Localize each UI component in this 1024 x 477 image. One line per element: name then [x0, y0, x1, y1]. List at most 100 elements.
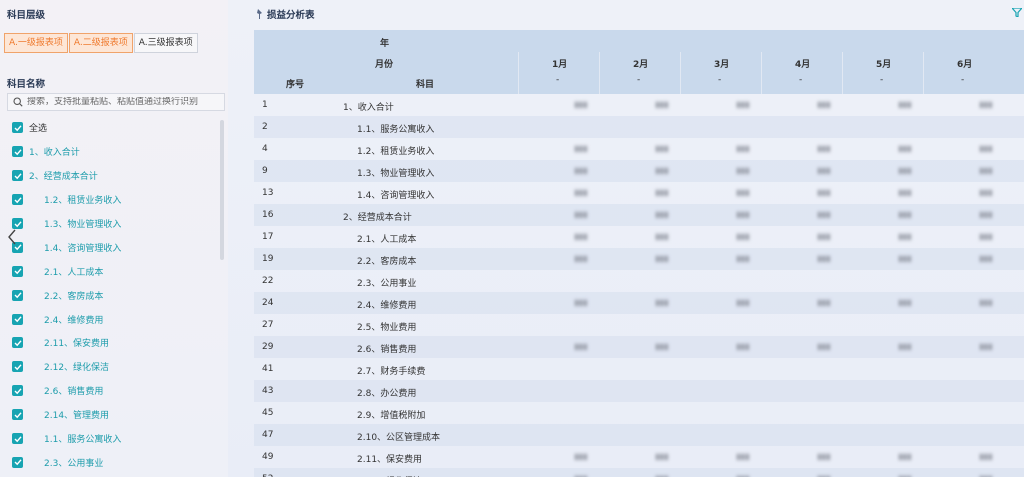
table-row[interactable]: 13 1.4、咨询管理收入 ▮▮▮ ▮▮▮ ▮▮▮ ▮▮▮ ▮▮▮ ▮▮▮	[254, 182, 1024, 204]
header-month-dash: -	[880, 75, 884, 85]
table-row[interactable]: 19 2.2、客房成本 ▮▮▮ ▮▮▮ ▮▮▮ ▮▮▮ ▮▮▮ ▮▮▮	[254, 248, 1024, 270]
header-month-5[interactable]: 5月	[876, 57, 891, 70]
header-month-4[interactable]: 4月	[795, 57, 810, 70]
subject-list-scrollbar[interactable]	[220, 120, 224, 260]
row-seq: 45	[262, 408, 274, 418]
row-subject: 2.4、维修费用	[357, 301, 417, 311]
subject-list-item[interactable]: 2.4、维修费用	[0, 307, 222, 331]
row-seq: 1	[262, 100, 268, 110]
column-separator	[842, 52, 843, 94]
obscured-value: ▮▮▮	[655, 166, 669, 175]
row-subject: 1、收入合计	[343, 103, 394, 113]
subject-list-item[interactable]: 1.2、租赁业务收入	[0, 188, 222, 212]
table-row[interactable]: 27 2.5、物业费用	[254, 314, 1024, 336]
table-row[interactable]: 16 2、经营成本合计 ▮▮▮ ▮▮▮ ▮▮▮ ▮▮▮ ▮▮▮ ▮▮▮	[254, 204, 1024, 226]
obscured-value: ▮▮▮	[898, 100, 912, 109]
checkbox-checked-icon[interactable]	[12, 361, 23, 373]
checkbox-checked-icon[interactable]	[12, 146, 23, 158]
checkbox-checked-icon[interactable]	[12, 122, 23, 134]
row-subject: 2.7、财务手续费	[357, 367, 426, 377]
level-tab-3[interactable]: A.三级报表项	[133, 33, 198, 53]
subject-list-item[interactable]: 1.4、咨询管理收入	[0, 235, 222, 259]
table-row[interactable]: 24 2.4、维修费用 ▮▮▮ ▮▮▮ ▮▮▮ ▮▮▮ ▮▮▮ ▮▮▮	[254, 292, 1024, 314]
row-subject: 1.4、咨询管理收入	[357, 191, 435, 201]
table-row[interactable]: 49 2.11、保安费用 ▮▮▮ ▮▮▮ ▮▮▮ ▮▮▮ ▮▮▮ ▮▮▮	[254, 446, 1024, 468]
subject-item-label: 2.4、维修费用	[44, 315, 104, 326]
subject-item-label: 2.11、保安费用	[44, 339, 110, 350]
column-separator	[761, 52, 762, 94]
filter-icon[interactable]	[1012, 8, 1022, 17]
obscured-value: ▮▮▮	[655, 100, 669, 109]
subject-list-item[interactable]: 2.6、销售费用	[0, 379, 222, 403]
subject-list-item[interactable]: 1.1、服务公寓收入	[0, 427, 222, 451]
header-month-3[interactable]: 3月	[714, 57, 729, 70]
subject-list-item[interactable]: 2.12、绿化保洁	[0, 355, 222, 379]
table-row[interactable]: 1 1、收入合计 ▮▮▮ ▮▮▮ ▮▮▮ ▮▮▮ ▮▮▮ ▮▮▮	[254, 94, 1024, 116]
table-row[interactable]: 2 1.1、服务公寓收入	[254, 116, 1024, 138]
row-seq: 13	[262, 188, 274, 198]
chevron-left-icon[interactable]	[7, 228, 17, 246]
obscured-value: ▮▮▮	[574, 254, 588, 263]
checkbox-checked-icon[interactable]	[12, 337, 23, 349]
subject-list-item[interactable]: 2.2、客房成本	[0, 283, 222, 307]
obscured-value: ▮▮▮	[817, 100, 831, 109]
obscured-value: ▮▮▮	[898, 188, 912, 197]
subject-list-item[interactable]: 2.1、人工成本	[0, 259, 222, 283]
checkbox-checked-icon[interactable]	[12, 289, 23, 301]
report-title-bar: 损益分析表	[253, 0, 1024, 28]
table-row[interactable]: 522.12、绿化保洁▮▮▮▮▮▮▮▮▮▮▮▮▮▮▮▮▮▮	[254, 468, 1024, 477]
subject-item-label: 2.14、管理费用	[44, 411, 110, 422]
row-subject: 1.1、服务公寓收入	[357, 125, 435, 135]
subject-list-item[interactable]: 2.14、管理费用	[0, 403, 222, 427]
table-row[interactable]: 45 2.9、增值税附加	[254, 402, 1024, 424]
subject-list-item[interactable]: 1、收入合计	[0, 140, 222, 164]
table-row[interactable]: 9 1.3、物业管理收入 ▮▮▮ ▮▮▮ ▮▮▮ ▮▮▮ ▮▮▮ ▮▮▮	[254, 160, 1024, 182]
obscured-value: ▮▮▮	[979, 452, 993, 461]
row-seq: 22	[262, 276, 274, 286]
subject-list-item[interactable]: 1.3、物业管理收入	[0, 212, 222, 236]
checkbox-checked-icon[interactable]	[12, 170, 23, 182]
checkbox-checked-icon[interactable]	[12, 456, 23, 468]
header-month-6[interactable]: 6月	[957, 57, 972, 70]
table-row[interactable]: 43 2.8、办公费用	[254, 380, 1024, 402]
checkbox-checked-icon[interactable]	[12, 194, 23, 206]
row-seq: 47	[262, 430, 274, 440]
checkbox-checked-icon[interactable]	[12, 385, 23, 397]
checkbox-checked-icon[interactable]	[12, 409, 23, 421]
row-subject: 1.3、物业管理收入	[357, 169, 435, 179]
subject-list-item[interactable]: 2.11、保安费用	[0, 331, 222, 355]
select-all-item[interactable]: 全选	[0, 116, 222, 140]
obscured-value: ▮▮▮	[817, 210, 831, 219]
checkbox-checked-icon[interactable]	[12, 313, 23, 325]
table-row[interactable]: 17 2.1、人工成本 ▮▮▮ ▮▮▮ ▮▮▮ ▮▮▮ ▮▮▮ ▮▮▮	[254, 226, 1024, 248]
obscured-value: ▮▮▮	[898, 166, 912, 175]
level-tab-2[interactable]: A.二级报表项	[68, 33, 133, 53]
checkbox-checked-icon[interactable]	[12, 265, 23, 277]
header-month-dash: -	[799, 75, 803, 85]
obscured-value: ▮▮▮	[736, 298, 750, 307]
search-input[interactable]	[27, 97, 217, 107]
table-row[interactable]: 41 2.7、财务手续费	[254, 358, 1024, 380]
obscured-value: ▮▮▮	[817, 232, 831, 241]
subject-item-label: 2.3、公用事业	[44, 458, 104, 469]
obscured-value: ▮▮▮	[898, 210, 912, 219]
column-separator	[599, 52, 600, 94]
subject-list-item[interactable]: 2.3、公用事业	[0, 450, 222, 474]
header-month-1[interactable]: 1月	[552, 57, 567, 70]
level-tab-1[interactable]: A.一级报表项	[4, 33, 68, 53]
table-row[interactable]: 4 1.2、租赁业务收入 ▮▮▮ ▮▮▮ ▮▮▮ ▮▮▮ ▮▮▮ ▮▮▮	[254, 138, 1024, 160]
subject-search-box[interactable]	[7, 93, 225, 111]
header-month-2[interactable]: 2月	[633, 57, 648, 70]
obscured-value: ▮▮▮	[736, 100, 750, 109]
table-row[interactable]: 29 2.6、销售费用 ▮▮▮ ▮▮▮ ▮▮▮ ▮▮▮ ▮▮▮ ▮▮▮	[254, 336, 1024, 358]
row-subject: 2.8、办公费用	[357, 389, 417, 399]
table-row[interactable]: 47 2.10、公区管理成本	[254, 424, 1024, 446]
header-subject: 科目	[416, 80, 435, 90]
checkbox-checked-icon[interactable]	[12, 433, 23, 445]
obscured-value: ▮▮▮	[655, 232, 669, 241]
subject-list-item[interactable]: 2、经营成本合计	[0, 164, 222, 188]
table-row[interactable]: 22 2.3、公用事业	[254, 270, 1024, 292]
obscured-value: ▮▮▮	[655, 298, 669, 307]
subject-item-label: 全选	[29, 124, 48, 135]
obscured-value: ▮▮▮	[979, 100, 993, 109]
